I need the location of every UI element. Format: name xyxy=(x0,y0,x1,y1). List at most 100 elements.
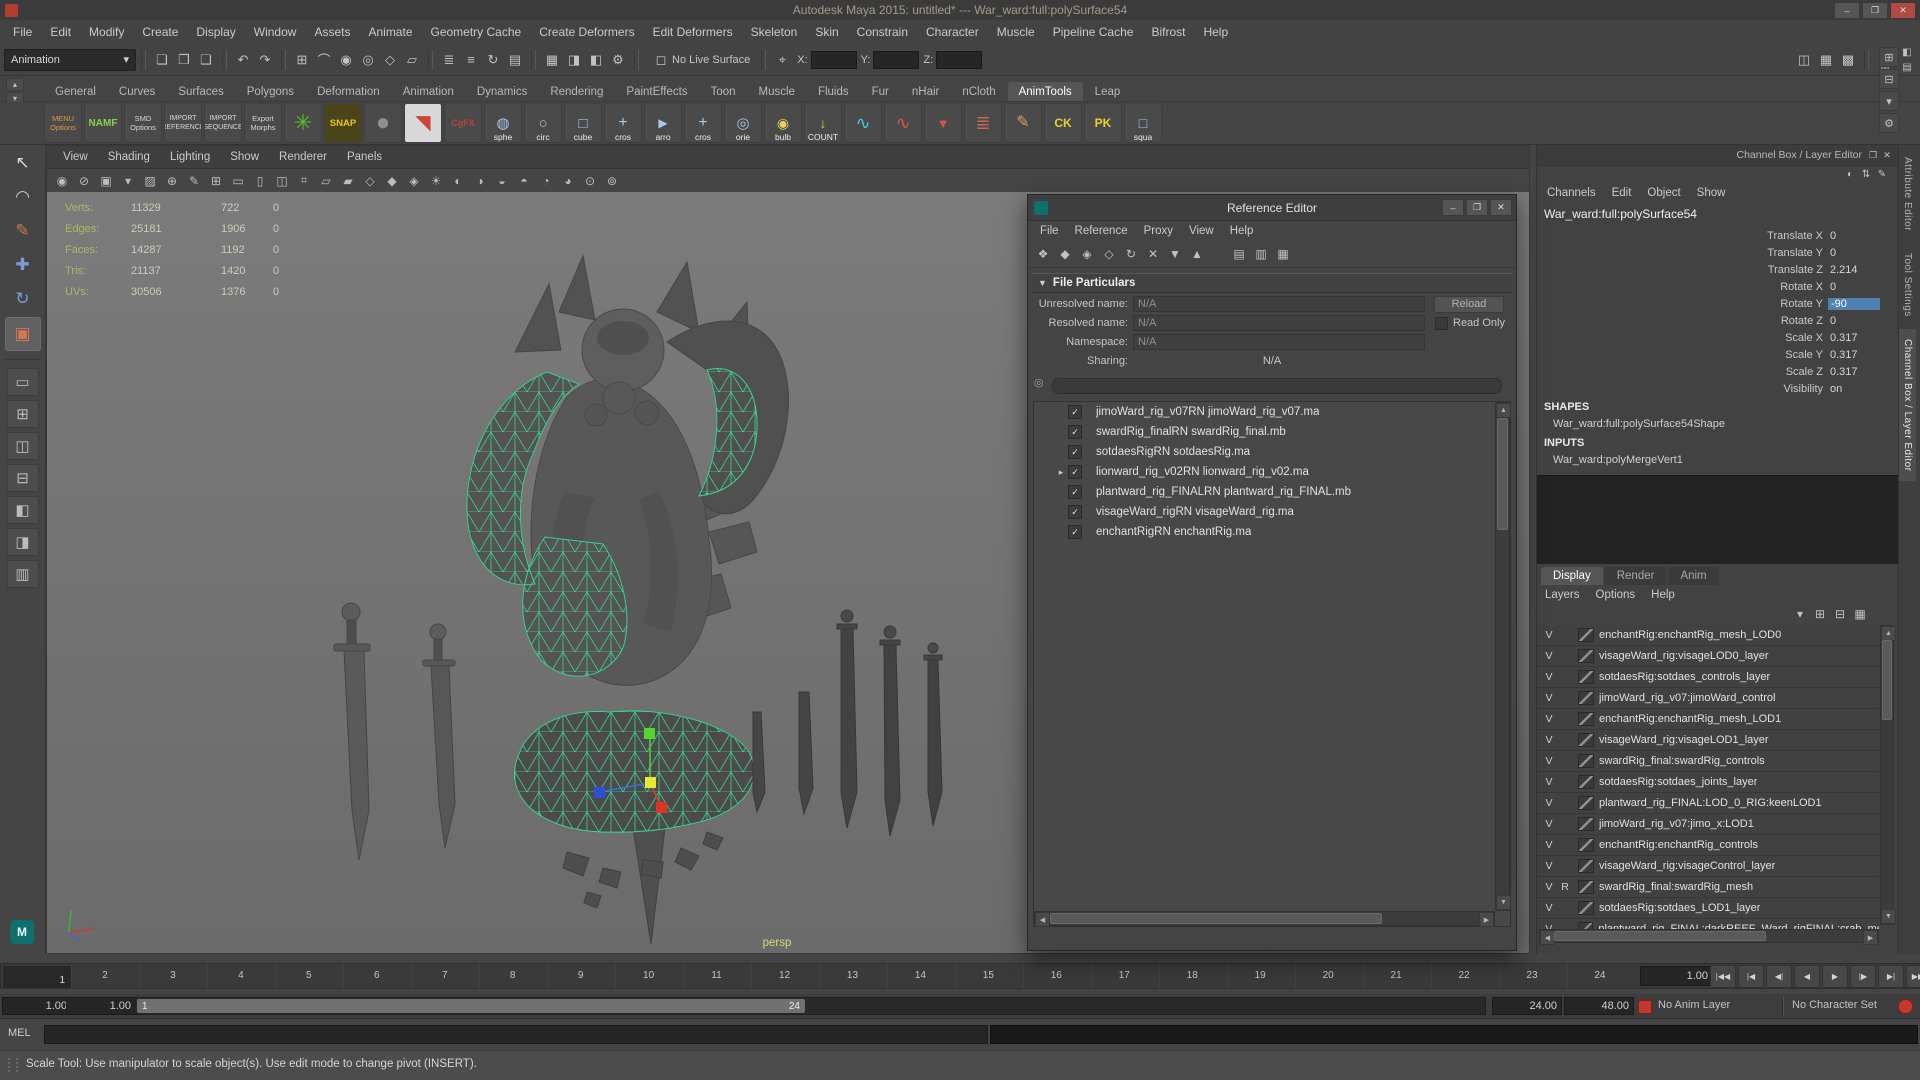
layer-editor-tab[interactable]: Anim xyxy=(1668,567,1718,585)
open-scene-icon[interactable]: ❐ xyxy=(173,49,195,71)
layer-editor-menu-item[interactable]: Help xyxy=(1643,585,1683,605)
lock-camera-icon[interactable]: ⊘ xyxy=(73,171,95,190)
layer-visibility-toggle[interactable]: V xyxy=(1541,713,1557,725)
channel-box-menu-item[interactable]: Object xyxy=(1639,183,1688,203)
menu-item[interactable]: Edit xyxy=(41,20,80,44)
playback-end-field[interactable]: 24.00 xyxy=(1492,997,1562,1015)
reference-editor-menu-item[interactable]: Help xyxy=(1222,221,1262,241)
shelf-item[interactable]: □ squa xyxy=(1124,103,1162,143)
shelf-tab[interactable]: AnimTools xyxy=(1008,82,1083,101)
menu-item[interactable]: Assets xyxy=(305,20,359,44)
go-to-end-button[interactable]: ▶▶| xyxy=(1906,965,1920,988)
channel-row[interactable]: Scale Y 0.317 xyxy=(1537,346,1898,363)
anim-layer-status[interactable]: No Anim Layer xyxy=(1658,999,1730,1011)
layer-visibility-toggle[interactable]: V xyxy=(1541,776,1557,788)
shelf-item[interactable]: ● xyxy=(364,103,402,143)
shelf-tab[interactable]: Animation xyxy=(392,82,465,101)
menu-item[interactable]: Window xyxy=(245,20,306,44)
channel-value[interactable]: 0 xyxy=(1830,247,1876,259)
menu-item[interactable]: Modify xyxy=(80,20,133,44)
four-pane-layout-button[interactable]: ⊞ xyxy=(7,400,39,428)
shelf-item[interactable]: ◍ sphe xyxy=(484,103,522,143)
shelf-editor-icon[interactable]: ⊞ xyxy=(1879,47,1899,67)
channel-row[interactable]: Scale Z 0.317 xyxy=(1537,363,1898,380)
paint-select-tool-icon[interactable]: ✎ xyxy=(6,215,40,247)
channel-row[interactable]: Scale X 0.317 xyxy=(1537,329,1898,346)
xray-icon[interactable]: ⊙ xyxy=(579,171,601,190)
scrollbar-thumb[interactable] xyxy=(1882,640,1892,720)
toolbar-grip[interactable] xyxy=(222,50,227,70)
scrollbar-thumb[interactable] xyxy=(1050,913,1382,924)
sidebar-vertical-tab[interactable]: Tool Settings xyxy=(1899,243,1916,327)
reference-load-checkbox[interactable]: ✓ xyxy=(1068,425,1082,439)
layer-color-swatch[interactable] xyxy=(1578,775,1594,789)
shelf-tab[interactable]: Dynamics xyxy=(466,82,538,101)
shelf-item[interactable]: ◉ bulb xyxy=(764,103,802,143)
layer-row[interactable]: V jimoWard_rig_v07:jimo_x:LOD1 xyxy=(1537,814,1879,835)
isolate-select-icon[interactable]: ◕ xyxy=(557,171,579,190)
current-time-field[interactable]: 1.00 xyxy=(1640,966,1714,986)
render-view-button-icon[interactable]: ▩ xyxy=(1837,49,1859,71)
reference-editor-menu-item[interactable]: Reference xyxy=(1067,221,1136,241)
reference-load-checkbox[interactable]: ✓ xyxy=(1068,465,1082,479)
layer-color-swatch[interactable] xyxy=(1578,712,1594,726)
shelf-item[interactable]: IMPORT SEQUENCE xyxy=(204,103,242,143)
layer-color-swatch[interactable] xyxy=(1578,901,1594,915)
toolbar-grip[interactable] xyxy=(761,50,766,70)
animation-start-field[interactable]: 1.00 xyxy=(2,997,72,1015)
layer-mode-toggle[interactable]: R xyxy=(1557,881,1573,893)
create-layer-from-selected-icon[interactable]: ⊟ xyxy=(1830,605,1850,622)
shelf-tab-arrow-icon[interactable]: ▴ xyxy=(6,78,24,91)
list-operations-icon[interactable]: ▤ xyxy=(504,49,526,71)
toolbar-grip[interactable] xyxy=(634,50,639,70)
scrollbar-thumb[interactable] xyxy=(1497,418,1508,530)
menu-item[interactable]: Constrain xyxy=(848,20,917,44)
playback-start-field[interactable]: 1.00 xyxy=(66,997,136,1015)
shaded-icon[interactable]: ◆ xyxy=(381,171,403,190)
play-backwards-button[interactable]: ◀ xyxy=(1794,965,1820,988)
time-slider-scrub-area[interactable]: 23456789101112131415161718192021222324 xyxy=(71,964,1634,988)
shelf-item[interactable]: ∿ xyxy=(884,103,922,143)
create-reference-icon[interactable]: ❖ xyxy=(1032,244,1054,264)
shelf-item[interactable]: SMD Options xyxy=(124,103,162,143)
remove-reference-icon[interactable]: ✕ xyxy=(1142,244,1164,264)
expand-arrow-icon[interactable]: ▸ xyxy=(1054,467,1068,478)
step-forward-key-button[interactable]: |▶ xyxy=(1850,965,1876,988)
make-live-icon[interactable]: ▱ xyxy=(401,49,423,71)
shelf-item[interactable]: IMPORT REFERENCE xyxy=(164,103,202,143)
go-to-start-button[interactable]: |◀◀ xyxy=(1710,965,1736,988)
three-pane-split-layout-button[interactable]: ◧ xyxy=(7,496,39,524)
shelf-item[interactable]: ✳ xyxy=(284,103,322,143)
reference-load-checkbox[interactable]: ✓ xyxy=(1068,525,1082,539)
scroll-right-icon[interactable]: ▶ xyxy=(1479,912,1494,927)
layer-color-swatch[interactable] xyxy=(1578,817,1594,831)
construction-history-icon[interactable]: ↻ xyxy=(482,49,504,71)
command-input-field[interactable] xyxy=(44,1025,988,1044)
two-pane-side-layout-button[interactable]: ◫ xyxy=(7,432,39,460)
shelf-item[interactable]: ▼ xyxy=(924,103,962,143)
xray-joints-icon[interactable]: ⊚ xyxy=(601,171,623,190)
menu-item[interactable]: Display xyxy=(187,20,244,44)
layer-row[interactable]: V enchantRig:enchantRig_controls xyxy=(1537,835,1879,856)
shape-node-name[interactable]: War_ward:full:polySurface54Shape xyxy=(1553,418,1725,430)
reference-row[interactable]: ✓ enchantRigRN enchantRig.ma xyxy=(1034,522,1510,542)
command-line-mode-label[interactable]: MEL xyxy=(8,1027,31,1039)
vertical-scrollbar[interactable]: ▲ ▼ xyxy=(1495,402,1510,911)
unresolved-name-field[interactable]: N/A xyxy=(1133,296,1425,312)
safe-action-icon[interactable]: ▱ xyxy=(315,171,337,190)
scroll-right-icon[interactable]: ▶ xyxy=(1863,930,1878,945)
layer-visibility-toggle[interactable]: V xyxy=(1541,629,1557,641)
motion-blur-icon[interactable]: ◒ xyxy=(491,171,513,190)
maximize-button[interactable]: ❐ xyxy=(1466,199,1488,216)
layer-row[interactable]: V R swardRig_final:swardRig_mesh xyxy=(1537,877,1879,898)
channel-value[interactable]: 2.214 xyxy=(1830,264,1876,276)
shelf-item[interactable]: ◎ orie xyxy=(724,103,762,143)
camera-attributes-icon[interactable]: ▣ xyxy=(95,171,117,190)
channel-settings-icon[interactable]: ⇅ xyxy=(1858,167,1874,181)
reference-row[interactable]: ✓ swardRig_finalRN swardRig_final.mb xyxy=(1034,422,1510,442)
single-pane-layout-button[interactable]: ▭ xyxy=(7,368,39,396)
toolbar-grip[interactable] xyxy=(428,50,433,70)
shelf-item[interactable]: ▶ arro xyxy=(644,103,682,143)
menu-item[interactable]: Skeleton xyxy=(742,20,807,44)
viewport-menu-item[interactable]: Panels xyxy=(337,146,392,168)
